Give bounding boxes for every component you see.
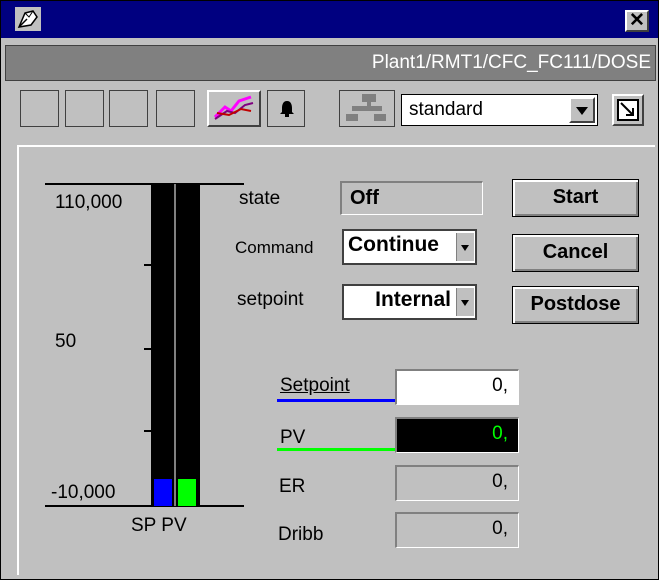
maximize-icon xyxy=(617,99,639,121)
faceplate-window: ✕ Plant1/RMT1/CFC_FC111/DOSE standard 11… xyxy=(0,0,659,580)
setpoint-source-value: Internal xyxy=(375,288,451,311)
er-value-field: 0, xyxy=(395,465,519,501)
view-mode-value: standard xyxy=(409,99,483,120)
network-icon xyxy=(346,94,386,121)
scale-label-mid: 50 xyxy=(55,331,77,352)
state-label: state xyxy=(239,188,281,209)
command-label: Command xyxy=(235,238,314,257)
scale-label-min: -10,000 xyxy=(51,482,116,503)
setpoint-bar xyxy=(154,479,172,506)
command-select[interactable]: Continue xyxy=(342,229,477,265)
er-label: ER xyxy=(279,476,306,497)
dribb-value-field: 0, xyxy=(395,512,519,548)
bell-icon xyxy=(280,101,294,117)
dribb-label: Dribb xyxy=(278,524,324,545)
title-bar[interactable]: ✕ xyxy=(1,1,658,38)
view-mode-select[interactable]: standard xyxy=(401,94,598,126)
chevron-down-icon[interactable] xyxy=(456,288,474,316)
trend-button[interactable] xyxy=(207,90,261,127)
chevron-down-icon[interactable] xyxy=(569,97,595,123)
setpoint-source-select[interactable]: Internal xyxy=(342,284,477,320)
setpoint-value-field[interactable]: 0, xyxy=(395,369,519,405)
app-icon xyxy=(15,7,41,31)
pv-label: PV xyxy=(280,427,306,448)
trend-icon xyxy=(213,95,254,120)
network-button[interactable] xyxy=(339,90,395,127)
maximize-button[interactable] xyxy=(612,94,644,126)
command-value: Continue xyxy=(348,233,439,256)
path-bar: Plant1/RMT1/CFC_FC111/DOSE xyxy=(5,45,656,81)
cancel-button[interactable]: Cancel xyxy=(512,234,639,272)
pv-value-field: 0, xyxy=(395,417,519,453)
setpoint-value-label: Setpoint xyxy=(280,375,350,396)
alarm-button[interactable] xyxy=(267,90,305,127)
setpoint-source-label: setpoint xyxy=(237,289,304,310)
tag-path: Plant1/RMT1/CFC_FC111/DOSE xyxy=(371,52,651,73)
chevron-down-icon[interactable] xyxy=(456,233,474,261)
scale-label-max: 110,000 xyxy=(55,192,123,213)
pv-line-indicator xyxy=(277,448,395,451)
toolbar-slot-2[interactable] xyxy=(65,90,104,127)
start-button[interactable]: Start xyxy=(512,179,639,217)
toolbar-slot-3[interactable] xyxy=(109,90,148,127)
setpoint-line-indicator xyxy=(277,399,395,402)
postdose-button[interactable]: Postdose xyxy=(512,286,639,324)
bar-labels: SP PV xyxy=(131,515,187,536)
close-button[interactable]: ✕ xyxy=(625,10,649,32)
state-value: Off xyxy=(340,181,483,215)
toolbar-slot-4[interactable] xyxy=(156,90,195,127)
toolbar-slot-1[interactable] xyxy=(20,90,59,127)
process-value-bar xyxy=(178,479,196,506)
close-icon: ✕ xyxy=(629,10,645,31)
